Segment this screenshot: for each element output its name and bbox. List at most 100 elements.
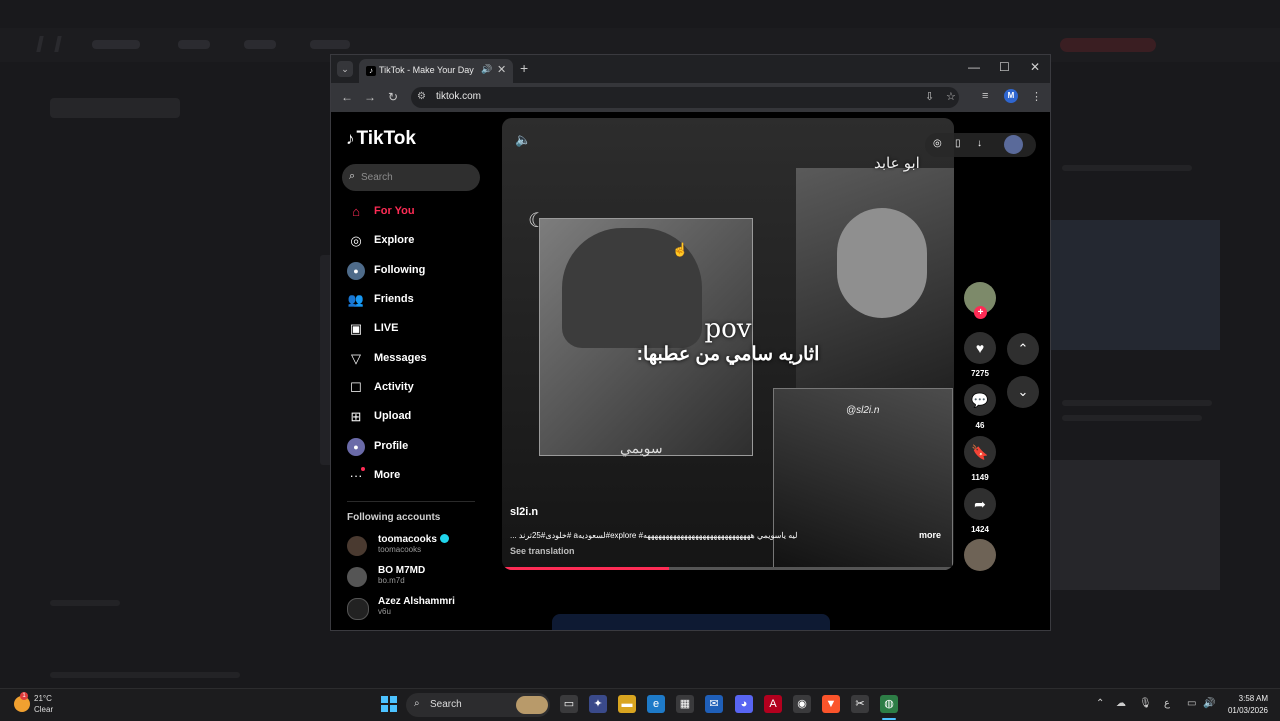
tab-tiktok[interactable]: ♪ TikTok - Make Your Day 🔊 ✕ [359,59,513,83]
divider [347,501,475,502]
minimize-button[interactable]: — [968,60,980,74]
language-indicator[interactable]: ع [1164,698,1170,709]
messages-icon: ▽ [351,351,361,366]
video-overlay-title: pov [704,314,752,344]
device-icon[interactable]: ▯ [955,138,961,149]
video-progress-bar[interactable] [502,567,954,570]
following-avatar-icon: ● [347,262,365,280]
address-bar[interactable]: ⚙ tiktok.com ⇩ ☆ [411,87,959,108]
nav-label: Messages [374,352,427,364]
new-tab-button[interactable]: + [520,60,528,76]
close-window-button[interactable]: ✕ [1030,60,1040,74]
maximize-button[interactable]: ☐ [999,60,1010,74]
nav-label: Profile [374,440,409,452]
tiktok-logo[interactable]: ♪ TikTok [346,128,416,150]
verified-icon [439,534,449,543]
previous-video-button[interactable]: ⌃ [1007,333,1039,365]
activity-icon: ☐ [350,380,362,395]
forward-button[interactable]: → [364,90,376,104]
nav-label: Friends [374,293,414,305]
background-nav-item [178,40,210,49]
browser-toolbar: ← → ↻ ⚙ tiktok.com ⇩ ☆ ≡ ⋮ [331,83,1050,112]
upload-icon: ⊞ [350,409,362,424]
background-cta-button [1060,38,1156,52]
microphone-icon[interactable]: 🎙 [1139,698,1152,709]
tab-close-icon[interactable]: ✕ [497,63,506,76]
weather-condition[interactable]: Clear [34,705,53,714]
search-icon: ⌕ [414,698,420,709]
music-disc-icon[interactable] [964,539,996,571]
file-explorer-icon[interactable]: ▬ [618,695,636,713]
background-text-line [1062,400,1212,406]
follow-plus-icon[interactable]: + [974,306,987,319]
outlook-icon[interactable]: ✉ [705,695,723,713]
caption-more-button[interactable]: more [919,530,941,540]
download-icon[interactable]: ↓ [977,138,982,149]
weather-temp[interactable]: 21°C [34,694,52,703]
mouse-cursor-icon: ☝ [672,242,689,257]
home-icon: ⌂ [352,204,360,219]
background-nav-item [310,40,350,49]
comment-count: 46 [975,421,985,430]
taskbar-search[interactable]: ⌕ Search [406,693,550,717]
store-icon[interactable]: ▦ [676,695,694,713]
video-top-controls: ◎ ▯ ↓ [925,133,1036,157]
background-heading [50,98,180,118]
volume-icon[interactable]: 🔈 [515,132,531,148]
edge-icon[interactable]: e [647,695,665,713]
copilot-icon[interactable]: ✦ [589,695,607,713]
tiktok-favicon-icon: ♪ [366,66,376,76]
background-panel [1050,460,1220,590]
bookmark-star-icon[interactable]: ☆ [946,90,956,103]
tray-overflow-icon[interactable]: ⌃ [1096,698,1104,709]
video-watermark: @sl2i.n [846,405,880,416]
start-button[interactable] [381,696,397,712]
next-video-button[interactable]: ⌄ [1007,376,1039,408]
nav-label: For You [374,205,415,217]
nav-label: Upload [374,410,412,422]
nav-label: Explore [374,234,415,246]
share-button[interactable]: ➦ [964,488,996,520]
avatar[interactable] [1004,135,1023,154]
tab-audio-icon[interactable]: 🔊 [481,64,492,75]
reload-button[interactable]: ↻ [388,90,398,104]
video-author[interactable]: sl2i.n [510,506,538,518]
search-placeholder: Search [361,172,393,183]
background-logo-icon [36,36,62,52]
clock-time[interactable]: 3:58 AM [1224,694,1268,703]
brave-icon[interactable]: ▼ [822,695,840,713]
see-translation-link[interactable]: See translation [510,546,575,556]
tab-search-dropdown-icon[interactable]: ⌄ [337,61,353,77]
nav-label: More [374,469,401,481]
task-view-icon[interactable]: ▭ [560,695,578,713]
save-button[interactable]: 🔖 [964,436,996,468]
video-watermark: سويمي [620,440,663,456]
account-handle: toomacooks [378,545,422,554]
cloud-icon[interactable]: ☁ [1116,698,1126,709]
save-count: 1149 [971,473,989,482]
media-controls-icon[interactable]: ≡ [982,90,988,102]
discord-icon[interactable]: ◕ [735,695,753,713]
chrome-icon[interactable]: ◍ [880,695,898,713]
acrobat-icon[interactable]: A [764,695,782,713]
search-input[interactable]: ⌕ Search [342,164,480,191]
video-frame-figure [837,208,927,318]
steam-icon[interactable]: ◉ [793,695,811,713]
clock-date[interactable]: 01/03/2026 [1214,706,1268,715]
video-player[interactable]: ☾ ابو عابد سويمي @sl2i.n pov اثاريه سامي… [502,118,954,570]
next-video-preview[interactable] [552,614,830,630]
comment-button[interactable]: 💬 [964,384,996,416]
account-handle: v6u [378,607,391,616]
site-info-icon[interactable]: ⚙ [417,91,426,102]
brand-text: TikTok [356,128,416,149]
browser-menu-icon[interactable]: ⋮ [1031,90,1042,103]
capcut-icon[interactable]: ✂ [851,695,869,713]
compass-icon[interactable]: ◎ [933,138,942,149]
profile-avatar[interactable]: M [1004,89,1018,103]
moon-icon: ☾ [528,210,546,232]
video-caption: ... خلودى#25ترند# aلسعوديه#explore #ليه … [510,531,798,540]
install-app-icon[interactable]: ⇩ [925,90,934,103]
back-button[interactable]: ← [341,90,353,104]
like-button[interactable]: ♥ [964,332,996,364]
network-icon[interactable]: ▭ [1187,698,1196,709]
